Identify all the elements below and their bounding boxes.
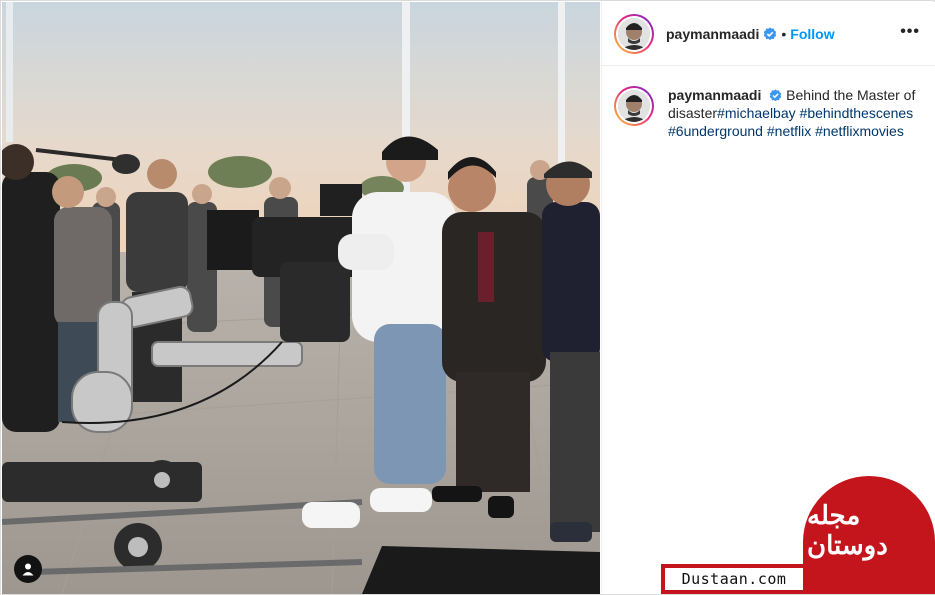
hashtag-link[interactable]: #6underground <box>668 123 763 139</box>
user-tag-icon[interactable] <box>14 555 42 583</box>
post-modal: paymanmaadi • Follow ••• paymanmaadi Beh… <box>0 0 935 595</box>
avatar[interactable] <box>618 17 650 50</box>
hashtag-link[interactable]: #michaelbay <box>717 105 796 121</box>
separator-dot: • <box>781 25 787 42</box>
post-photo[interactable] <box>2 2 600 594</box>
hashtag-link[interactable]: #netflixmovies <box>815 123 904 139</box>
story-ring[interactable] <box>614 13 654 54</box>
more-options-icon[interactable]: ••• <box>900 24 920 40</box>
photo-scene <box>2 2 600 594</box>
follow-button[interactable]: Follow <box>790 26 834 42</box>
verified-badge-icon <box>763 27 777 41</box>
watermark-site-box: Dustaan.com <box>665 568 803 590</box>
hashtag-link[interactable]: #netflix <box>767 123 811 139</box>
caption-row: paymanmaadi Behind the Master of disaste… <box>614 86 924 140</box>
hashtag-link[interactable]: #behindthescenes <box>800 105 914 121</box>
caption-avatar[interactable] <box>618 90 650 122</box>
watermark-logo-text: مجله دوستان <box>807 501 888 561</box>
header-username[interactable]: paymanmaadi <box>666 26 759 42</box>
caption-username[interactable]: paymanmaadi <box>668 87 761 103</box>
watermark-site-text: Dustaan.com <box>681 570 787 588</box>
caption-text: paymanmaadi Behind the Master of disaste… <box>668 86 924 140</box>
caption-story-ring[interactable] <box>614 86 654 126</box>
post-header: paymanmaadi • Follow ••• <box>602 2 935 66</box>
verified-badge-icon <box>769 89 782 102</box>
